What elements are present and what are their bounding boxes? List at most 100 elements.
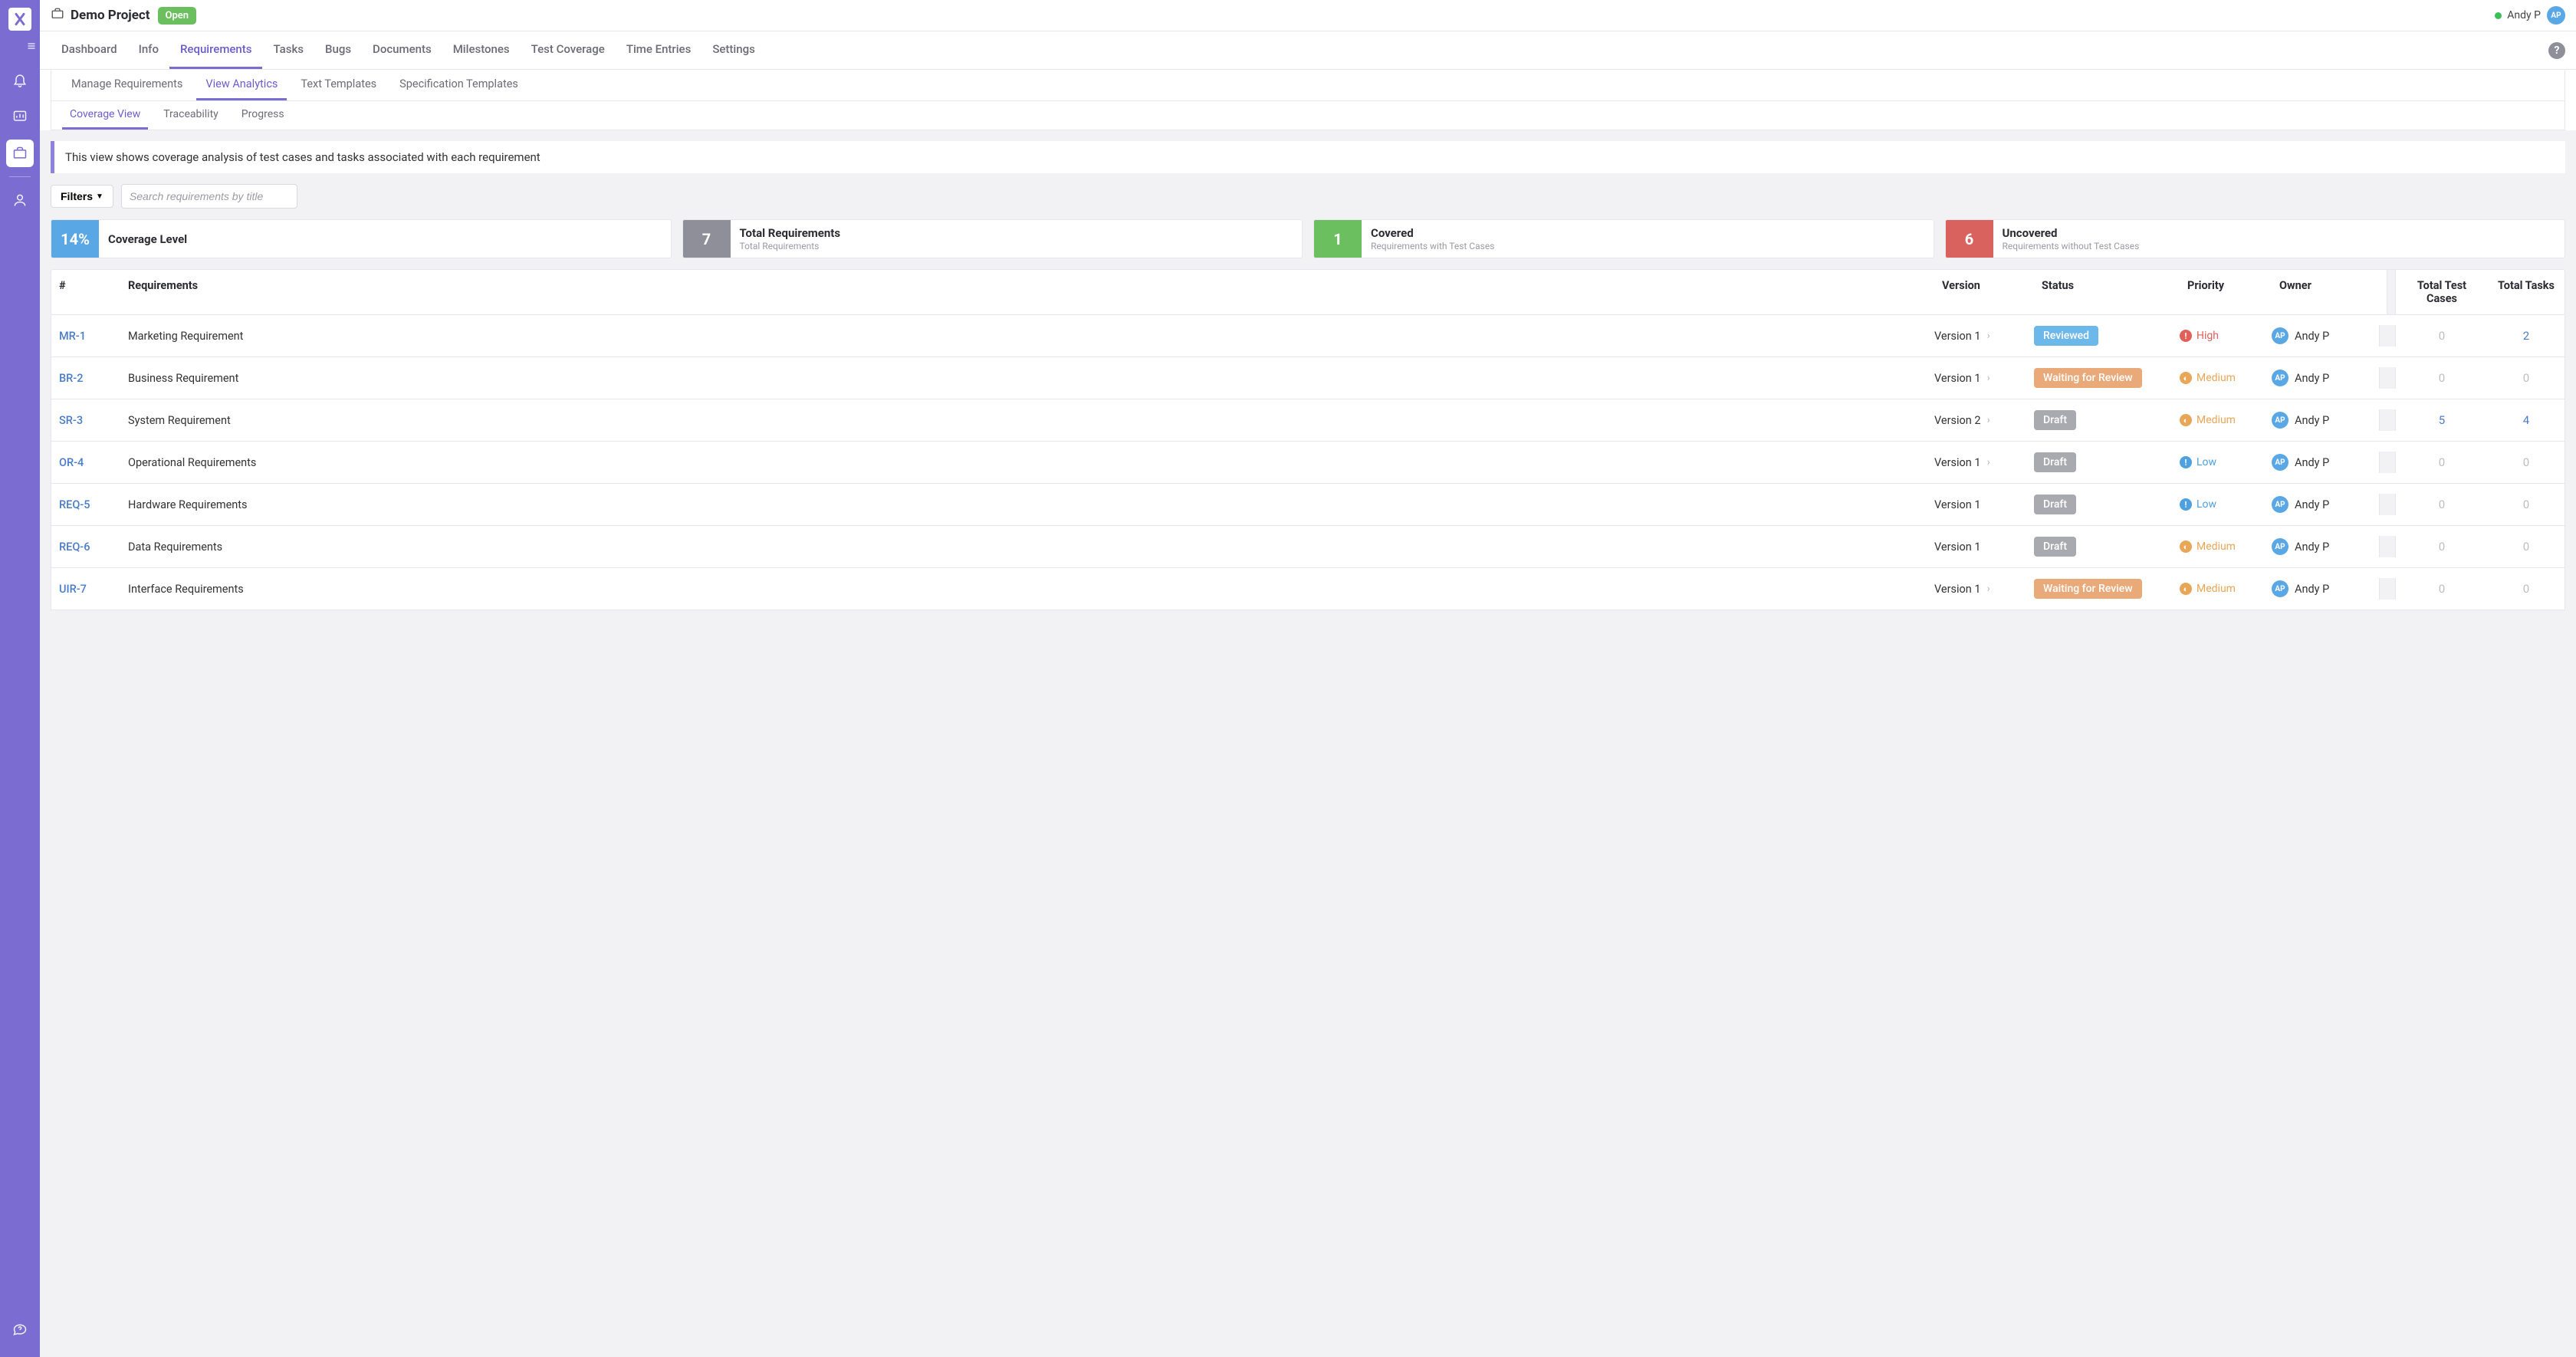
th-status[interactable]: Status bbox=[2034, 270, 2180, 314]
info-banner: This view shows coverage analysis of tes… bbox=[51, 141, 2565, 173]
view-tab-traceability[interactable]: Traceability bbox=[156, 101, 226, 130]
priority: !Low bbox=[2180, 456, 2216, 468]
filters-label: Filters bbox=[61, 190, 93, 202]
priority-label: Medium bbox=[2196, 372, 2236, 384]
current-user-name[interactable]: Andy P bbox=[2507, 9, 2541, 21]
filters-button[interactable]: Filters ▼ bbox=[51, 185, 113, 208]
owner: APAndy P bbox=[2272, 454, 2329, 471]
owner-avatar: AP bbox=[2272, 538, 2288, 555]
chevron-right-icon[interactable]: › bbox=[1987, 330, 1990, 342]
owner-avatar: AP bbox=[2272, 496, 2288, 513]
chevron-right-icon[interactable]: › bbox=[1987, 456, 1990, 468]
subnav-specification-templates[interactable]: Specification Templates bbox=[390, 70, 527, 100]
th-id[interactable]: # bbox=[51, 270, 120, 314]
search-input[interactable] bbox=[121, 184, 297, 209]
priority-icon: ◐ bbox=[2180, 583, 2192, 595]
current-user-avatar[interactable]: AP bbox=[2547, 6, 2565, 25]
table-row: UIR-7Interface RequirementsVersion 1›Wai… bbox=[51, 568, 2565, 610]
nav-requirements[interactable]: Requirements bbox=[169, 31, 263, 69]
owner-avatar: AP bbox=[2272, 370, 2288, 386]
stat-coverage-level: 14% Coverage Level bbox=[51, 219, 672, 258]
nav-milestones[interactable]: Milestones bbox=[442, 31, 521, 69]
chevron-right-icon[interactable]: › bbox=[1987, 583, 1990, 595]
status-badge: Waiting for Review bbox=[2034, 368, 2142, 388]
nav-bugs[interactable]: Bugs bbox=[314, 31, 362, 69]
requirement-id-link[interactable]: BR-2 bbox=[59, 372, 83, 385]
tasks-count[interactable]: 2 bbox=[2523, 329, 2529, 343]
owner: APAndy P bbox=[2272, 327, 2329, 344]
tasks-count: 0 bbox=[2523, 582, 2529, 596]
priority: ◐ Medium bbox=[2180, 583, 2236, 595]
nav-tasks[interactable]: Tasks bbox=[262, 31, 314, 69]
nav-time-entries[interactable]: Time Entries bbox=[616, 31, 702, 69]
view-tab-coverage-view[interactable]: Coverage View bbox=[62, 101, 148, 130]
table-row: SR-3System RequirementVersion 2›Draft◐Me… bbox=[51, 399, 2565, 442]
requirement-id-link[interactable]: REQ-5 bbox=[59, 498, 90, 511]
project-status-badge: Open bbox=[158, 7, 197, 25]
toolbar: Filters ▼ bbox=[51, 184, 2565, 209]
stat-uncovered-title: Uncovered bbox=[2003, 226, 2140, 240]
owner: APAndy P bbox=[2272, 538, 2329, 555]
tasks-count[interactable]: 4 bbox=[2523, 413, 2529, 427]
nav-test-coverage[interactable]: Test Coverage bbox=[521, 31, 616, 69]
left-sidebar bbox=[0, 0, 40, 1357]
requirement-title: System Requirement bbox=[120, 403, 1927, 438]
priority-label: Medium bbox=[2196, 583, 2236, 595]
subnav-text-templates[interactable]: Text Templates bbox=[291, 70, 386, 100]
priority-label: Medium bbox=[2196, 540, 2236, 553]
chevron-right-icon[interactable]: › bbox=[1987, 372, 1990, 384]
priority: ◐Medium bbox=[2180, 372, 2236, 384]
stat-coverage-value: 14% bbox=[51, 220, 99, 258]
sidebar-item-dashboard[interactable] bbox=[6, 103, 34, 130]
test-cases-count[interactable]: 5 bbox=[2439, 413, 2445, 427]
app-logo[interactable] bbox=[8, 8, 31, 31]
tasks-count: 0 bbox=[2523, 540, 2529, 554]
sidebar-collapse-icon[interactable] bbox=[26, 41, 37, 54]
requirement-title: Data Requirements bbox=[120, 530, 1927, 564]
chevron-right-icon[interactable]: › bbox=[1987, 414, 1990, 426]
owner-name: Andy P bbox=[2295, 583, 2329, 596]
status-badge: Draft bbox=[2034, 537, 2076, 557]
nav-documents[interactable]: Documents bbox=[362, 31, 442, 69]
requirement-id-link[interactable]: SR-3 bbox=[59, 414, 83, 427]
sidebar-item-projects[interactable] bbox=[6, 140, 34, 167]
requirement-id-link[interactable]: OR-4 bbox=[59, 456, 84, 469]
status-badge: Draft bbox=[2034, 452, 2076, 472]
th-tasks[interactable]: Total Tasks bbox=[2488, 270, 2564, 314]
subnav-view-analytics[interactable]: View Analytics bbox=[196, 70, 287, 100]
sidebar-item-support[interactable] bbox=[6, 1316, 34, 1343]
th-requirements[interactable]: Requirements bbox=[120, 270, 1934, 314]
th-version[interactable]: Version bbox=[1934, 270, 2034, 314]
priority-label: High bbox=[2196, 330, 2219, 342]
priority-icon: ! bbox=[2180, 498, 2192, 511]
status-badge: Waiting for Review bbox=[2034, 579, 2142, 599]
test-cases-count: 0 bbox=[2439, 540, 2445, 554]
th-owner[interactable]: Owner bbox=[2272, 270, 2387, 314]
priority-icon: ◐ bbox=[2180, 414, 2192, 426]
presence-indicator-icon bbox=[2495, 12, 2502, 19]
main-area: Demo Project Open Andy P AP DashboardInf… bbox=[40, 0, 2576, 1357]
secondary-nav: Manage RequirementsView AnalyticsText Te… bbox=[51, 70, 2565, 101]
nav-info[interactable]: Info bbox=[128, 31, 169, 69]
version-label: Version 1 bbox=[1934, 583, 1981, 596]
nav-dashboard[interactable]: Dashboard bbox=[51, 31, 128, 69]
nav-settings[interactable]: Settings bbox=[702, 31, 766, 69]
status-badge: Draft bbox=[2034, 495, 2076, 514]
requirement-id-link[interactable]: MR-1 bbox=[59, 330, 86, 343]
tasks-count: 0 bbox=[2523, 371, 2529, 385]
view-tab-progress[interactable]: Progress bbox=[234, 101, 292, 130]
help-icon[interactable]: ? bbox=[2548, 42, 2565, 59]
requirement-id-link[interactable]: UIR-7 bbox=[59, 583, 87, 596]
priority: ◐Medium bbox=[2180, 540, 2236, 553]
version-label: Version 1 bbox=[1934, 372, 1981, 385]
requirement-id-link[interactable]: REQ-6 bbox=[59, 540, 90, 554]
stat-covered-title: Covered bbox=[1371, 226, 1494, 240]
th-test-cases[interactable]: Total Test Cases bbox=[2396, 270, 2488, 314]
priority-label: Medium bbox=[2196, 414, 2236, 426]
subnav-manage-requirements[interactable]: Manage Requirements bbox=[62, 70, 192, 100]
sidebar-item-notifications[interactable] bbox=[6, 66, 34, 94]
tasks-count: 0 bbox=[2523, 498, 2529, 511]
sidebar-item-people[interactable] bbox=[6, 186, 34, 214]
th-priority[interactable]: Priority bbox=[2180, 270, 2272, 314]
stat-covered-sub: Requirements with Test Cases bbox=[1371, 241, 1494, 251]
